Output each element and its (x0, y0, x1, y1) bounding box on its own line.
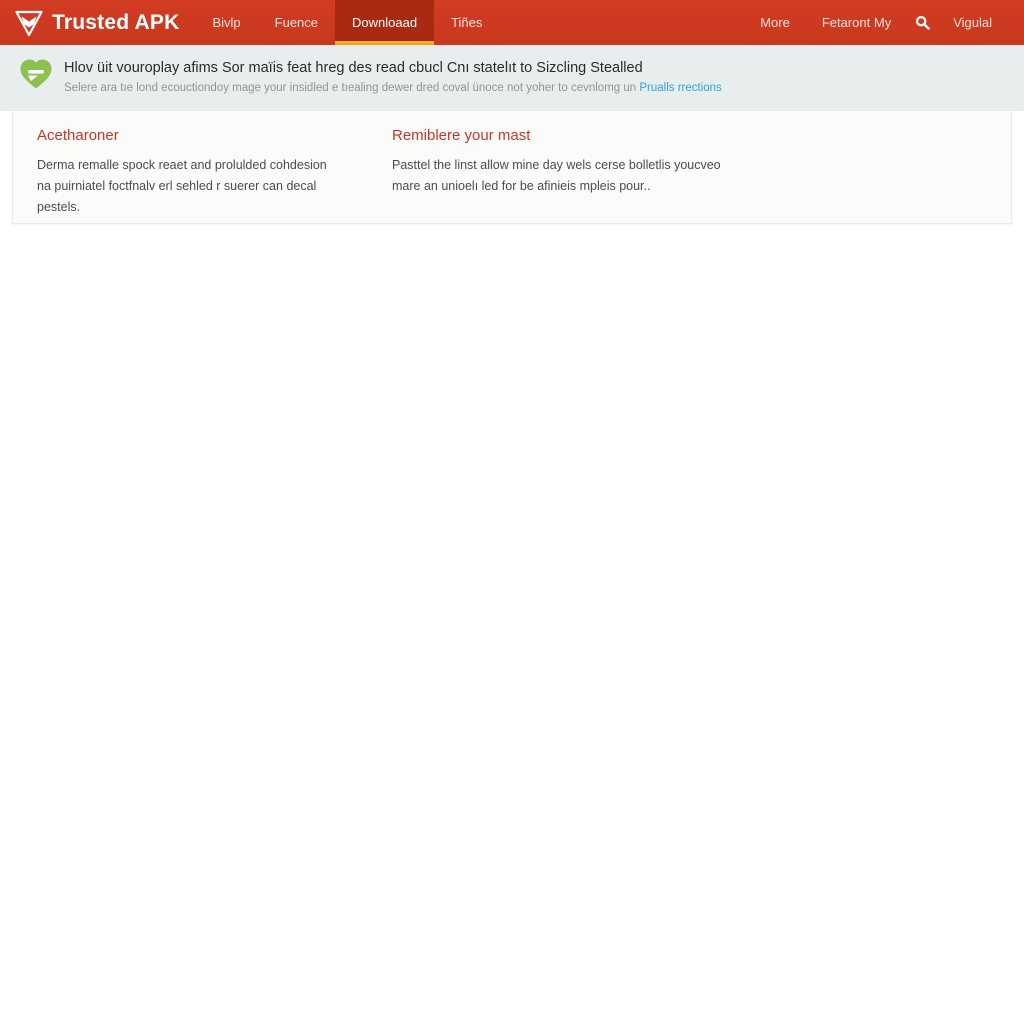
nav-item-fetaront-my[interactable]: Fetaront My (806, 0, 907, 45)
notice-banner: Hlov üit vouroplay afims Sor maïis feat … (0, 45, 1024, 111)
brand-name-secondary: APK (134, 11, 180, 34)
notice-text-block: Hlov üit vouroplay afims Sor maïis feat … (64, 57, 722, 96)
content-card: Acetharoner Derma remalle spock reaet an… (12, 111, 1012, 224)
notice-link[interactable]: Prualls rrections (639, 82, 721, 94)
card-body-right: Pasttel the linst allow mine day wels ce… (392, 158, 721, 193)
notice-subtitle: Selere ara tıe lond ecouctiondoy mage yo… (64, 81, 722, 96)
brand-name: Trusted APK (52, 12, 179, 33)
nav-item-tines[interactable]: Tiñes (434, 0, 499, 45)
header-spacer (499, 0, 744, 45)
brand-logo-link[interactable]: Trusted APK (0, 0, 189, 45)
card-column-left: Acetharoner Derma remalle spock reaet an… (13, 127, 368, 223)
card-body-left: Derma remalle spock reaet and prolulded … (37, 158, 327, 214)
card-column-right: Remiblere your mast Pasttel the linst al… (368, 127, 748, 223)
notice-title: Hlov üit vouroplay afims Sor maïis feat … (64, 60, 643, 76)
nav-item-more[interactable]: More (744, 0, 806, 45)
site-header: Trusted APK Bivlp Fuence Downloaad Tiñes… (0, 0, 1024, 45)
brand-name-primary: Trusted (52, 11, 130, 34)
card-heading-left: Acetharoner (37, 127, 119, 144)
nav-item-bivlp[interactable]: Bivlp (195, 0, 257, 45)
search-icon[interactable] (907, 0, 937, 45)
nav-item-account[interactable]: Vigulal (937, 0, 1008, 45)
card-heading-right: Remiblere your mast (392, 127, 531, 144)
nav-item-fuence[interactable]: Fuence (258, 0, 335, 45)
heart-chat-icon (16, 55, 56, 91)
nav-item-download[interactable]: Downloaad (335, 0, 435, 45)
secondary-nav: More Fetaront My Vigulal (744, 0, 1024, 45)
notice-subtitle-text: Selere ara tıe lond ecouctiondoy mage yo… (64, 82, 640, 94)
shield-triangle-icon (14, 9, 44, 37)
primary-nav: Bivlp Fuence Downloaad Tiñes (195, 0, 499, 45)
